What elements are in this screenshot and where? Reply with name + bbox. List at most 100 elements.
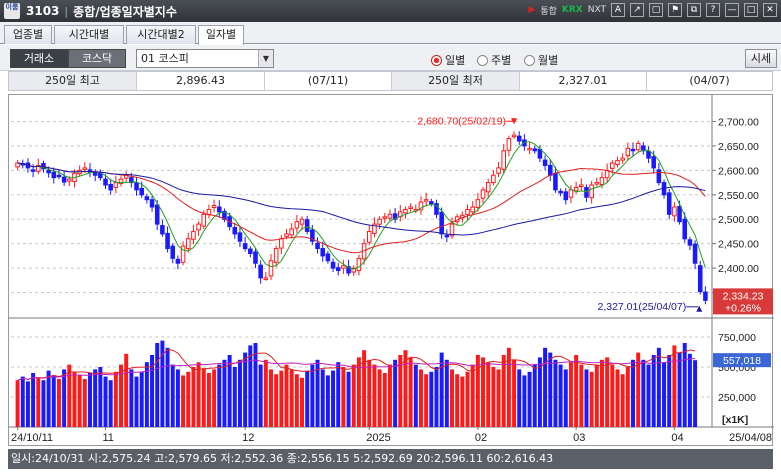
candle-body (206, 208, 212, 215)
maximize-icon[interactable]: □ (744, 3, 758, 17)
price-tick-label: 2,500.00 (718, 214, 759, 226)
play-icon[interactable]: ▶ (528, 5, 535, 15)
volume-bar (641, 359, 646, 427)
radio-unselected-icon[interactable] (477, 54, 488, 66)
last-volume-value: 557,018 (723, 355, 761, 367)
chart-panel[interactable]: 2,700.00 2,650.00 2,600.00 2,550.00 2,500.00… (8, 94, 774, 447)
candle-body (82, 167, 88, 170)
volume-bar (93, 369, 98, 427)
volume-bar (372, 364, 377, 427)
volume-bar (310, 364, 315, 427)
candle-body (620, 157, 625, 161)
price-tick-label: 2,550.00 (718, 190, 759, 202)
price-volume-chart[interactable]: 2,700.00 2,650.00 2,600.00 2,550.00 2,500.00… (9, 95, 774, 447)
tool-krx[interactable]: KRX (562, 5, 583, 15)
date-tick-label: 04 (671, 432, 683, 444)
market-kosdaq-toggle[interactable]: 코스닥 (68, 49, 126, 68)
link-icon[interactable]: ▢ (649, 3, 663, 17)
volume-bar (693, 360, 698, 427)
volume-bar (124, 353, 129, 427)
volume-bar (568, 362, 573, 427)
volume-bar (113, 371, 118, 427)
radio-weekly[interactable]: 주별 (477, 52, 511, 68)
export-icon[interactable]: ↗ (630, 3, 644, 17)
candle-body (563, 191, 569, 201)
volume-bar (408, 357, 413, 427)
tab-by-day[interactable]: 일자별 (198, 25, 244, 45)
candle-body (356, 257, 362, 272)
tool-nxt[interactable]: NXT (588, 5, 606, 15)
tab-by-sector[interactable]: 업종별 (4, 25, 52, 44)
volume-bar (341, 367, 346, 427)
candle-body (485, 182, 491, 193)
date-tick-label: 25/04/08 (729, 432, 772, 444)
volume-bar (682, 343, 687, 427)
high-annotation-label: 2,680.70(25/02/19) (417, 115, 506, 127)
radio-monthly[interactable]: 월별 (524, 52, 558, 68)
candle-body (635, 142, 641, 151)
tab-by-time[interactable]: 시간대별 (54, 25, 124, 44)
volume-bar (429, 371, 434, 427)
volume-bar (646, 364, 651, 427)
candle-body (211, 205, 217, 208)
quote-button[interactable]: 시세 (745, 49, 777, 68)
candle-body (439, 211, 444, 235)
volume-bar (191, 367, 196, 427)
help-icon[interactable]: ? (706, 3, 720, 17)
radio-unselected-icon[interactable] (524, 54, 535, 66)
font-size-button[interactable]: A (611, 3, 625, 17)
volume-bar (25, 381, 30, 427)
candle-body (610, 162, 615, 169)
volume-bar (201, 368, 206, 427)
volume-bar (496, 369, 501, 427)
volume-bar (82, 379, 87, 427)
window-title: 종합/업종일자별지수 (73, 4, 177, 19)
radio-selected-icon[interactable] (431, 54, 442, 66)
volume-bar (517, 369, 522, 427)
market-kospi-toggle[interactable]: 거래소 (10, 49, 68, 68)
date-tick-label: 2025 (366, 432, 390, 444)
candle-body (646, 150, 651, 159)
volume-bar (56, 379, 61, 427)
tool-combined[interactable]: 통합 (540, 4, 557, 17)
control-row: 거래소 코스닥 01 코스피 ▼ 일별 주별 월별 시세 (0, 45, 781, 71)
copy-window-icon[interactable]: ⧉ (687, 3, 701, 17)
candle-body (692, 243, 698, 264)
date-tick-label: 24/10/11 (11, 432, 53, 444)
close-icon[interactable]: ✕ (763, 3, 777, 17)
last-change-value: +0.26% (725, 302, 761, 314)
volume-bar (574, 355, 579, 427)
radio-monthly-label: 월별 (538, 54, 559, 67)
candle-body (330, 261, 336, 269)
minimize-icon[interactable]: — (725, 3, 739, 17)
volume-bar (67, 364, 72, 427)
candle-body (594, 182, 600, 185)
flag-icon[interactable]: ⚑ (668, 3, 682, 17)
date-tick-label: 11 (103, 432, 114, 444)
candle-body (703, 291, 708, 301)
high-250-label: 250일 최고 (9, 72, 137, 90)
volume-bar (672, 345, 677, 427)
candle-body (201, 213, 207, 227)
candle-body (232, 227, 238, 235)
candle-body (666, 192, 672, 215)
candle-body (532, 148, 538, 152)
volume-bar (444, 359, 449, 427)
volume-bar (175, 369, 180, 427)
volume-bar (51, 375, 56, 427)
candle-body (568, 189, 574, 198)
volume-bar (543, 347, 548, 427)
tab-by-time-2[interactable]: 시간대별2 (126, 25, 196, 44)
index-select[interactable]: 01 코스피 ▼ (136, 49, 274, 68)
volume-bar (594, 364, 599, 427)
chevron-down-icon[interactable]: ▼ (258, 50, 273, 67)
price-tick-label: 2,600.00 (718, 165, 759, 177)
volume-bar (222, 359, 227, 427)
volume-bar (77, 375, 82, 427)
candle-body (408, 206, 413, 209)
last-price-value: 2,334.23 (723, 290, 764, 302)
volume-bar (72, 371, 77, 427)
volume-bar (248, 345, 253, 427)
volume-bar (377, 369, 382, 427)
radio-daily[interactable]: 일별 (431, 52, 465, 68)
